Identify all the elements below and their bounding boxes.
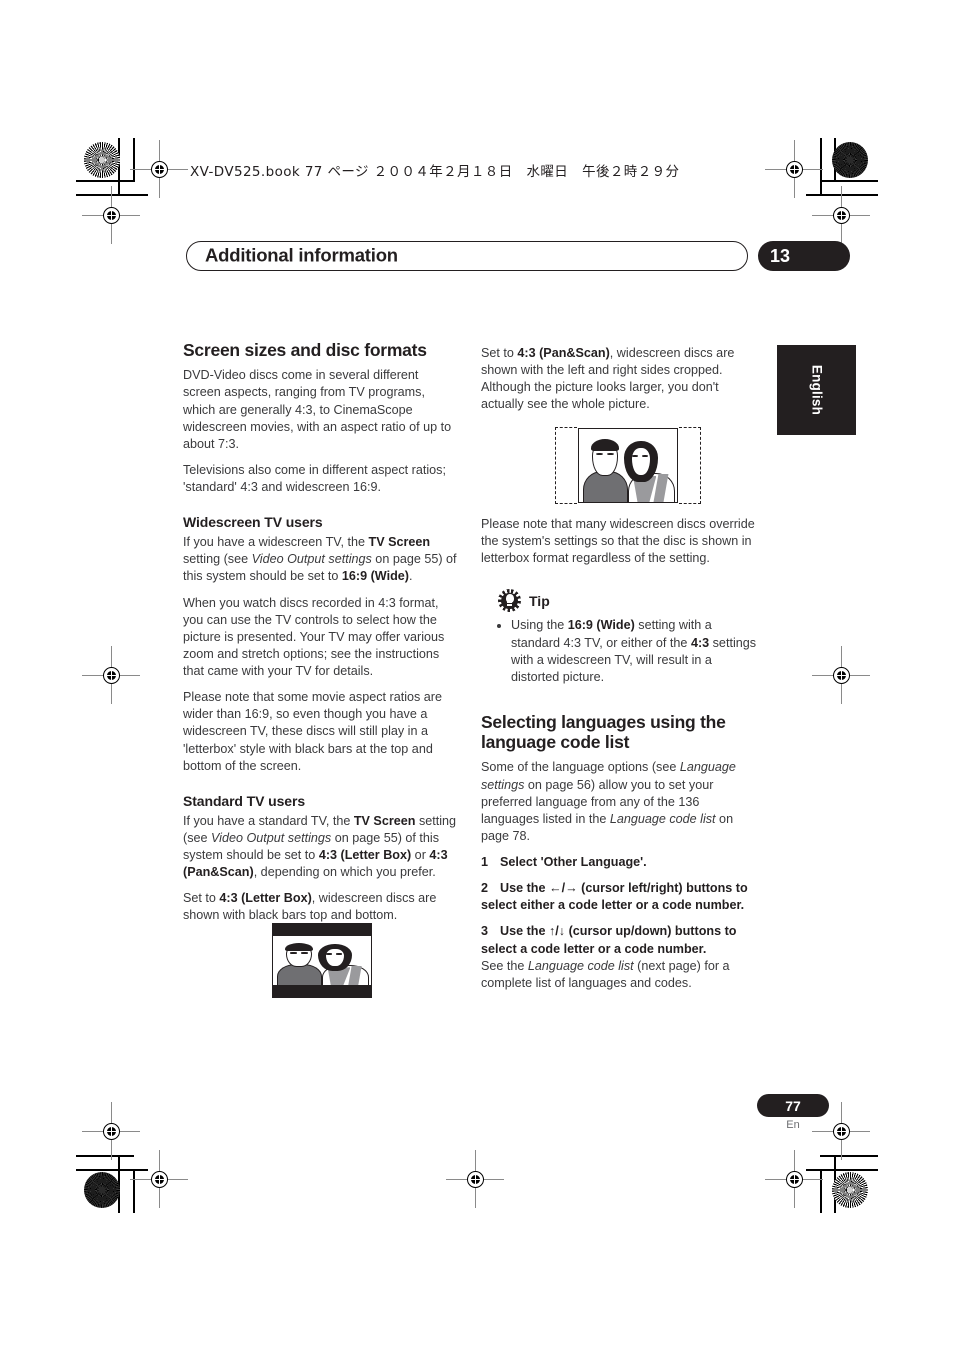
text-frag: Some of the language options (see [481, 760, 680, 775]
step-followup-text: See the Language code list (next page) f… [481, 958, 757, 992]
text-frag: If you have a standard TV, the [183, 813, 354, 828]
right-column-bottom: Please note that many widescreen discs o… [481, 516, 757, 1001]
text-italic-language-code-list: Language code list [527, 958, 634, 973]
text-frag: Using the [511, 618, 568, 633]
step-number: 2 [481, 881, 489, 896]
panscan-scene [579, 429, 677, 502]
text-bold-16-9-wide: 16:9 (Wide) [341, 569, 409, 584]
subheading-widescreen-tv-users: Widescreen TV users [183, 514, 323, 531]
woman-face [324, 947, 345, 968]
section-heading-screen-sizes: Screen sizes and disc formats [183, 340, 427, 360]
man-hair [285, 942, 313, 951]
step-item-1: 1 Select 'Other Language'. [481, 854, 757, 871]
text-frag: See the [481, 958, 528, 973]
figure-letterbox-tv [272, 923, 372, 998]
text-frag: . [408, 569, 413, 584]
tip-label: Tip [529, 592, 550, 609]
man-hair [591, 439, 619, 451]
woman-eye-left [632, 454, 638, 457]
letterbox-scene [273, 936, 371, 985]
registration-crosshair-left-middle [82, 646, 140, 704]
text-bold-tv-screen: TV Screen [353, 813, 416, 828]
page-title: Additional information [205, 244, 398, 266]
man-eye-right [301, 951, 309, 954]
paragraph-panscan: Set to 4:3 (Pan&Scan), widescreen discs … [481, 345, 757, 414]
tip-list-item: Using the 16:9 (Wide) setting with a sta… [511, 617, 757, 686]
registration-crosshair-bottom-left [130, 1150, 188, 1208]
text-frag: Set to [481, 346, 518, 360]
registration-crosshair-bottom-right [765, 1150, 823, 1208]
text-frag: , depending on which you prefer. [253, 865, 436, 880]
star-registration-target-top-left [84, 142, 120, 178]
lightbulb-tip-icon [498, 589, 521, 613]
step-item-2: 2 Use the ←/→ (cursor left/right) buttons… [481, 880, 757, 914]
star-registration-target-top-right [832, 142, 868, 178]
man-body [582, 471, 628, 502]
registration-crosshair-right-upper [812, 186, 870, 244]
figure-panscan-tv [555, 427, 701, 504]
tip-header: Tip [498, 589, 757, 613]
step-number: 3 [481, 924, 489, 939]
right-column-top: Set to 4:3 (Pan&Scan), widescreen discs … [481, 345, 757, 423]
section-heading-language-code-list: Selecting languages using the language c… [481, 711, 726, 753]
text-italic-video-output: Video Output settings [211, 830, 332, 845]
paragraph-standard-2: Set to 4:3 (Letter Box), widescreen disc… [183, 890, 459, 924]
print-meta-line: XV-DV525.book 77 ページ ２００４年２月１８日 水曜日 午後２時… [190, 164, 680, 180]
text-bold-letter-box: 4:3 (Letter Box) [318, 848, 412, 863]
step-text: Use the ↑/↓ (cursor up/down) buttons to … [481, 924, 737, 956]
letterbox-bar-bottom [273, 985, 371, 997]
side-tab-label: English [809, 364, 824, 416]
paragraph-widescreen-2: When you watch discs recorded in 4:3 for… [183, 595, 445, 679]
paragraph-standard-1: If you have a standard TV, the TV Screen… [183, 813, 459, 882]
text-frag: If you have a widescreen TV, the [183, 535, 369, 550]
crop-line-tl-h1 [76, 180, 134, 182]
text-bold-tv-screen: TV Screen [368, 535, 431, 550]
page-number-badge: 77 [757, 1094, 829, 1117]
text-bold-pan-scan: 4:3 (Pan&Scan) [517, 346, 610, 360]
paragraph-intro-2: Televisions also come in different aspec… [183, 462, 446, 495]
star-registration-target-bottom-right [832, 1172, 868, 1208]
woman-eye-right [336, 953, 342, 955]
text-frag: setting (see [183, 552, 252, 567]
woman-face [630, 446, 651, 476]
paragraph-language-intro: Some of the language options (see Langua… [481, 759, 757, 845]
page-language-code: En [786, 1119, 800, 1131]
man-eye-left [289, 951, 297, 954]
panscan-cropped-area-right [679, 427, 701, 504]
panscan-tv-frame [555, 427, 701, 504]
woman-eye-left [326, 953, 332, 955]
crop-line-tr-h1 [820, 180, 878, 182]
side-tab-english: English [777, 345, 856, 435]
paragraph-widescreen-3: Please note that some movie aspect ratio… [183, 690, 443, 773]
registration-crosshair-bottom-center [446, 1150, 504, 1208]
letterbox-bar-top [273, 924, 371, 936]
star-registration-target-bottom-left [84, 1172, 120, 1208]
paragraph-intro-1: DVD-Video discs come in several differen… [183, 368, 452, 451]
registration-crosshair-left-upper [82, 186, 140, 244]
chapter-header-bar: Additional information [186, 241, 748, 271]
paragraph-note-override: Please note that many widescreen discs o… [481, 517, 755, 566]
chapter-number-badge: 13 [758, 241, 850, 271]
text-frag: Set to [183, 891, 220, 906]
step-text: Select 'Other Language'. [500, 855, 647, 870]
subheading-standard-tv-users: Standard TV users [183, 792, 306, 809]
step-text: Use the ←/→ (cursor left/right) buttons … [481, 881, 748, 913]
tip-list: Using the 16:9 (Wide) setting with a sta… [498, 617, 757, 686]
woman-eye-right [642, 454, 648, 457]
panscan-cropped-area-left [555, 427, 577, 504]
letterbox-tv-frame [272, 923, 372, 998]
text-italic-language-code-list: Language code list [609, 811, 716, 826]
step-item-3: 3 Use the ↑/↓ (cursor up/down) buttons to… [481, 923, 757, 992]
left-column: Screen sizes and disc formats DVD-Video … [183, 340, 459, 934]
text-bold-letter-box: 4:3 (Letter Box) [219, 891, 312, 906]
text-frag: or [411, 848, 430, 863]
text-bold-4-3: 4:3 [690, 635, 710, 650]
man-body [276, 964, 322, 985]
step-number: 1 [481, 855, 489, 870]
paragraph-widescreen-1: If you have a widescreen TV, the TV Scre… [183, 534, 459, 585]
registration-crosshair-right-middle [812, 646, 870, 704]
text-italic-video-output: Video Output settings [251, 552, 372, 567]
text-bold-16-9-wide: 16:9 (Wide) [567, 618, 635, 633]
